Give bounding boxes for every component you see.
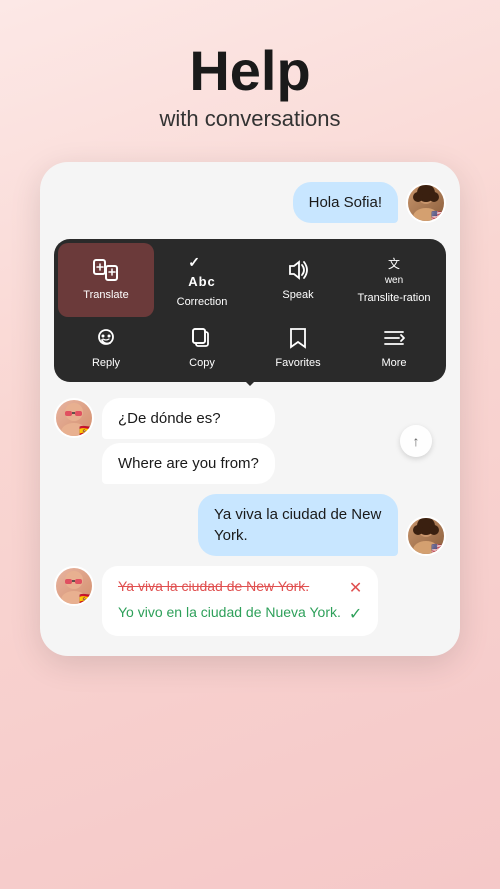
translate-label: Translate bbox=[83, 289, 128, 302]
correction-bubble: Ya viva la ciudad de New York. ✕ Yo vivo… bbox=[102, 566, 378, 636]
reply-label: Reply bbox=[92, 357, 120, 370]
menu-item-reply[interactable]: Reply bbox=[58, 317, 154, 378]
correction-check-icon: ✓ bbox=[349, 604, 362, 624]
correction-right-row: Yo vivo en la ciudad de Nueva York. ✓ bbox=[118, 604, 362, 624]
correction-x-icon: ✕ bbox=[349, 578, 362, 598]
message-group-question: ¿De dónde es? Where are you from? ↑ bbox=[54, 398, 446, 484]
menu-row-1: Translate ✓Abc Correction bbox=[58, 243, 442, 317]
message-row-hola: Hola Sofia! bbox=[54, 182, 446, 223]
bubble-answer: Ya viva la ciudad de New York. bbox=[198, 494, 398, 556]
more-icon bbox=[382, 327, 406, 353]
header: Help with conversations bbox=[0, 0, 500, 152]
more-label: More bbox=[381, 357, 406, 370]
menu-item-favorites[interactable]: Favorites bbox=[250, 317, 346, 378]
correction-label: Correction bbox=[177, 296, 228, 309]
avatar-sofia-2 bbox=[406, 516, 446, 556]
bubble-hola: Hola Sofia! bbox=[293, 182, 398, 223]
correction-wrong-text: Ya viva la ciudad de New York. bbox=[118, 578, 309, 594]
menu-item-correction[interactable]: ✓Abc Correction bbox=[154, 243, 250, 317]
menu-item-speak[interactable]: Speak bbox=[250, 243, 346, 317]
speak-label: Speak bbox=[282, 289, 313, 302]
message-group-correction: Ya viva la ciudad de New York. ✕ Yo vivo… bbox=[54, 566, 446, 636]
favorites-label: Favorites bbox=[275, 357, 320, 370]
page-title: Help bbox=[30, 40, 470, 102]
avatar-sofia bbox=[406, 183, 446, 223]
transliteration-icon: 文wen bbox=[385, 257, 403, 288]
translate-icon bbox=[93, 259, 119, 285]
menu-item-transliteration[interactable]: 文wen Translite­-ration bbox=[346, 243, 442, 317]
correction-right-text: Yo vivo en la ciudad de Nueva York. bbox=[118, 604, 341, 620]
menu-row-2: Reply Copy bbox=[58, 317, 442, 378]
speak-icon bbox=[286, 259, 310, 285]
reply-icon bbox=[94, 327, 118, 353]
favorites-icon bbox=[288, 327, 308, 353]
page-subtitle: with conversations bbox=[30, 106, 470, 132]
correction-icon: ✓Abc bbox=[188, 253, 216, 292]
avatar-left-2 bbox=[54, 566, 94, 606]
avatar-left bbox=[54, 398, 94, 438]
scroll-up-button[interactable]: ↑ bbox=[400, 425, 432, 457]
bubble-question-en: Where are you from? bbox=[102, 443, 275, 484]
correction-wrong-row: Ya viva la ciudad de New York. ✕ bbox=[118, 578, 362, 598]
chat-area: Hola Sofia! bbox=[54, 182, 446, 637]
copy-label: Copy bbox=[189, 357, 215, 370]
phone-container: Hola Sofia! bbox=[40, 162, 460, 657]
menu-item-copy[interactable]: Copy bbox=[154, 317, 250, 378]
context-menu: Translate ✓Abc Correction bbox=[54, 239, 446, 383]
menu-item-translate[interactable]: Translate bbox=[58, 243, 154, 317]
message-row-answer: Ya viva la ciudad de New York. bbox=[54, 494, 446, 556]
copy-icon bbox=[191, 327, 213, 353]
menu-item-more[interactable]: More bbox=[346, 317, 442, 378]
question-bubbles: ¿De dónde es? Where are you from? bbox=[102, 398, 275, 484]
bubble-question-es: ¿De dónde es? bbox=[102, 398, 275, 439]
transliteration-label: Translite­-ration bbox=[358, 292, 431, 305]
